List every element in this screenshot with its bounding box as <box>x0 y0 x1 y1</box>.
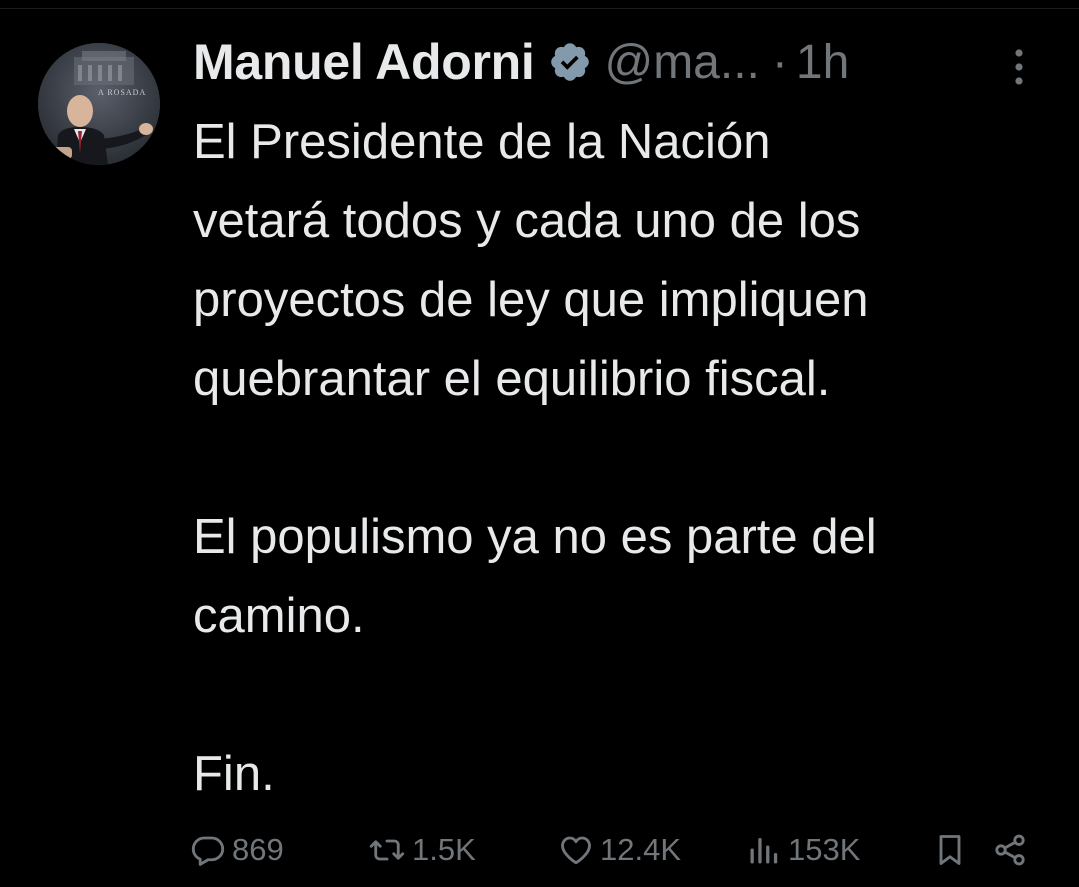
tweet-line: vetará todos y cada uno de los <box>193 194 861 248</box>
tweet-text: El Presidente de la Nación vetará todos … <box>193 103 1063 814</box>
views-count: 153K <box>788 832 861 867</box>
repost-button[interactable]: 1.5K <box>368 822 476 878</box>
like-button[interactable]: 12.4K <box>558 822 681 878</box>
verified-badge-icon <box>548 40 592 84</box>
like-count: 12.4K <box>600 832 682 867</box>
avatar-photo: A ROSADA <box>38 43 160 165</box>
separator-dot: · <box>771 35 788 89</box>
views-button[interactable]: 153K <box>746 822 860 878</box>
tweet-line: El Presidente de la Nación <box>193 115 771 169</box>
avatar-caption: A ROSADA <box>98 88 146 97</box>
tweet-line: Fin. <box>193 747 275 801</box>
bookmark-button[interactable] <box>932 822 968 878</box>
repost-icon <box>368 832 406 868</box>
author-handle[interactable]: @ma... <box>604 35 759 90</box>
repost-count: 1.5K <box>412 832 476 867</box>
tweet-header: Manuel Adorni @ma... · 1h <box>193 32 1053 92</box>
avatar[interactable]: A ROSADA <box>38 43 160 165</box>
tweet-line: El populismo ya no es parte del <box>193 510 877 564</box>
reply-button[interactable]: 869 <box>190 822 284 878</box>
reply-icon <box>190 832 226 868</box>
like-icon <box>558 832 594 868</box>
tweet-line: proyectos de ley que impliquen <box>193 273 869 327</box>
views-icon <box>746 832 782 868</box>
more-icon[interactable] <box>1008 44 1030 90</box>
tweet-line: camino. <box>193 589 365 643</box>
tweet-line: quebrantar el equilibrio fiscal. <box>193 352 831 406</box>
bookmark-icon <box>932 832 968 868</box>
tweet-actions: 869 1.5K 12.4K 153K <box>0 822 1079 878</box>
reply-count: 869 <box>232 832 284 867</box>
share-icon <box>992 832 1028 868</box>
top-divider <box>0 8 1079 9</box>
tweet-timestamp[interactable]: 1h <box>796 35 849 90</box>
share-button[interactable] <box>992 822 1028 878</box>
author-name[interactable]: Manuel Adorni <box>193 33 535 91</box>
